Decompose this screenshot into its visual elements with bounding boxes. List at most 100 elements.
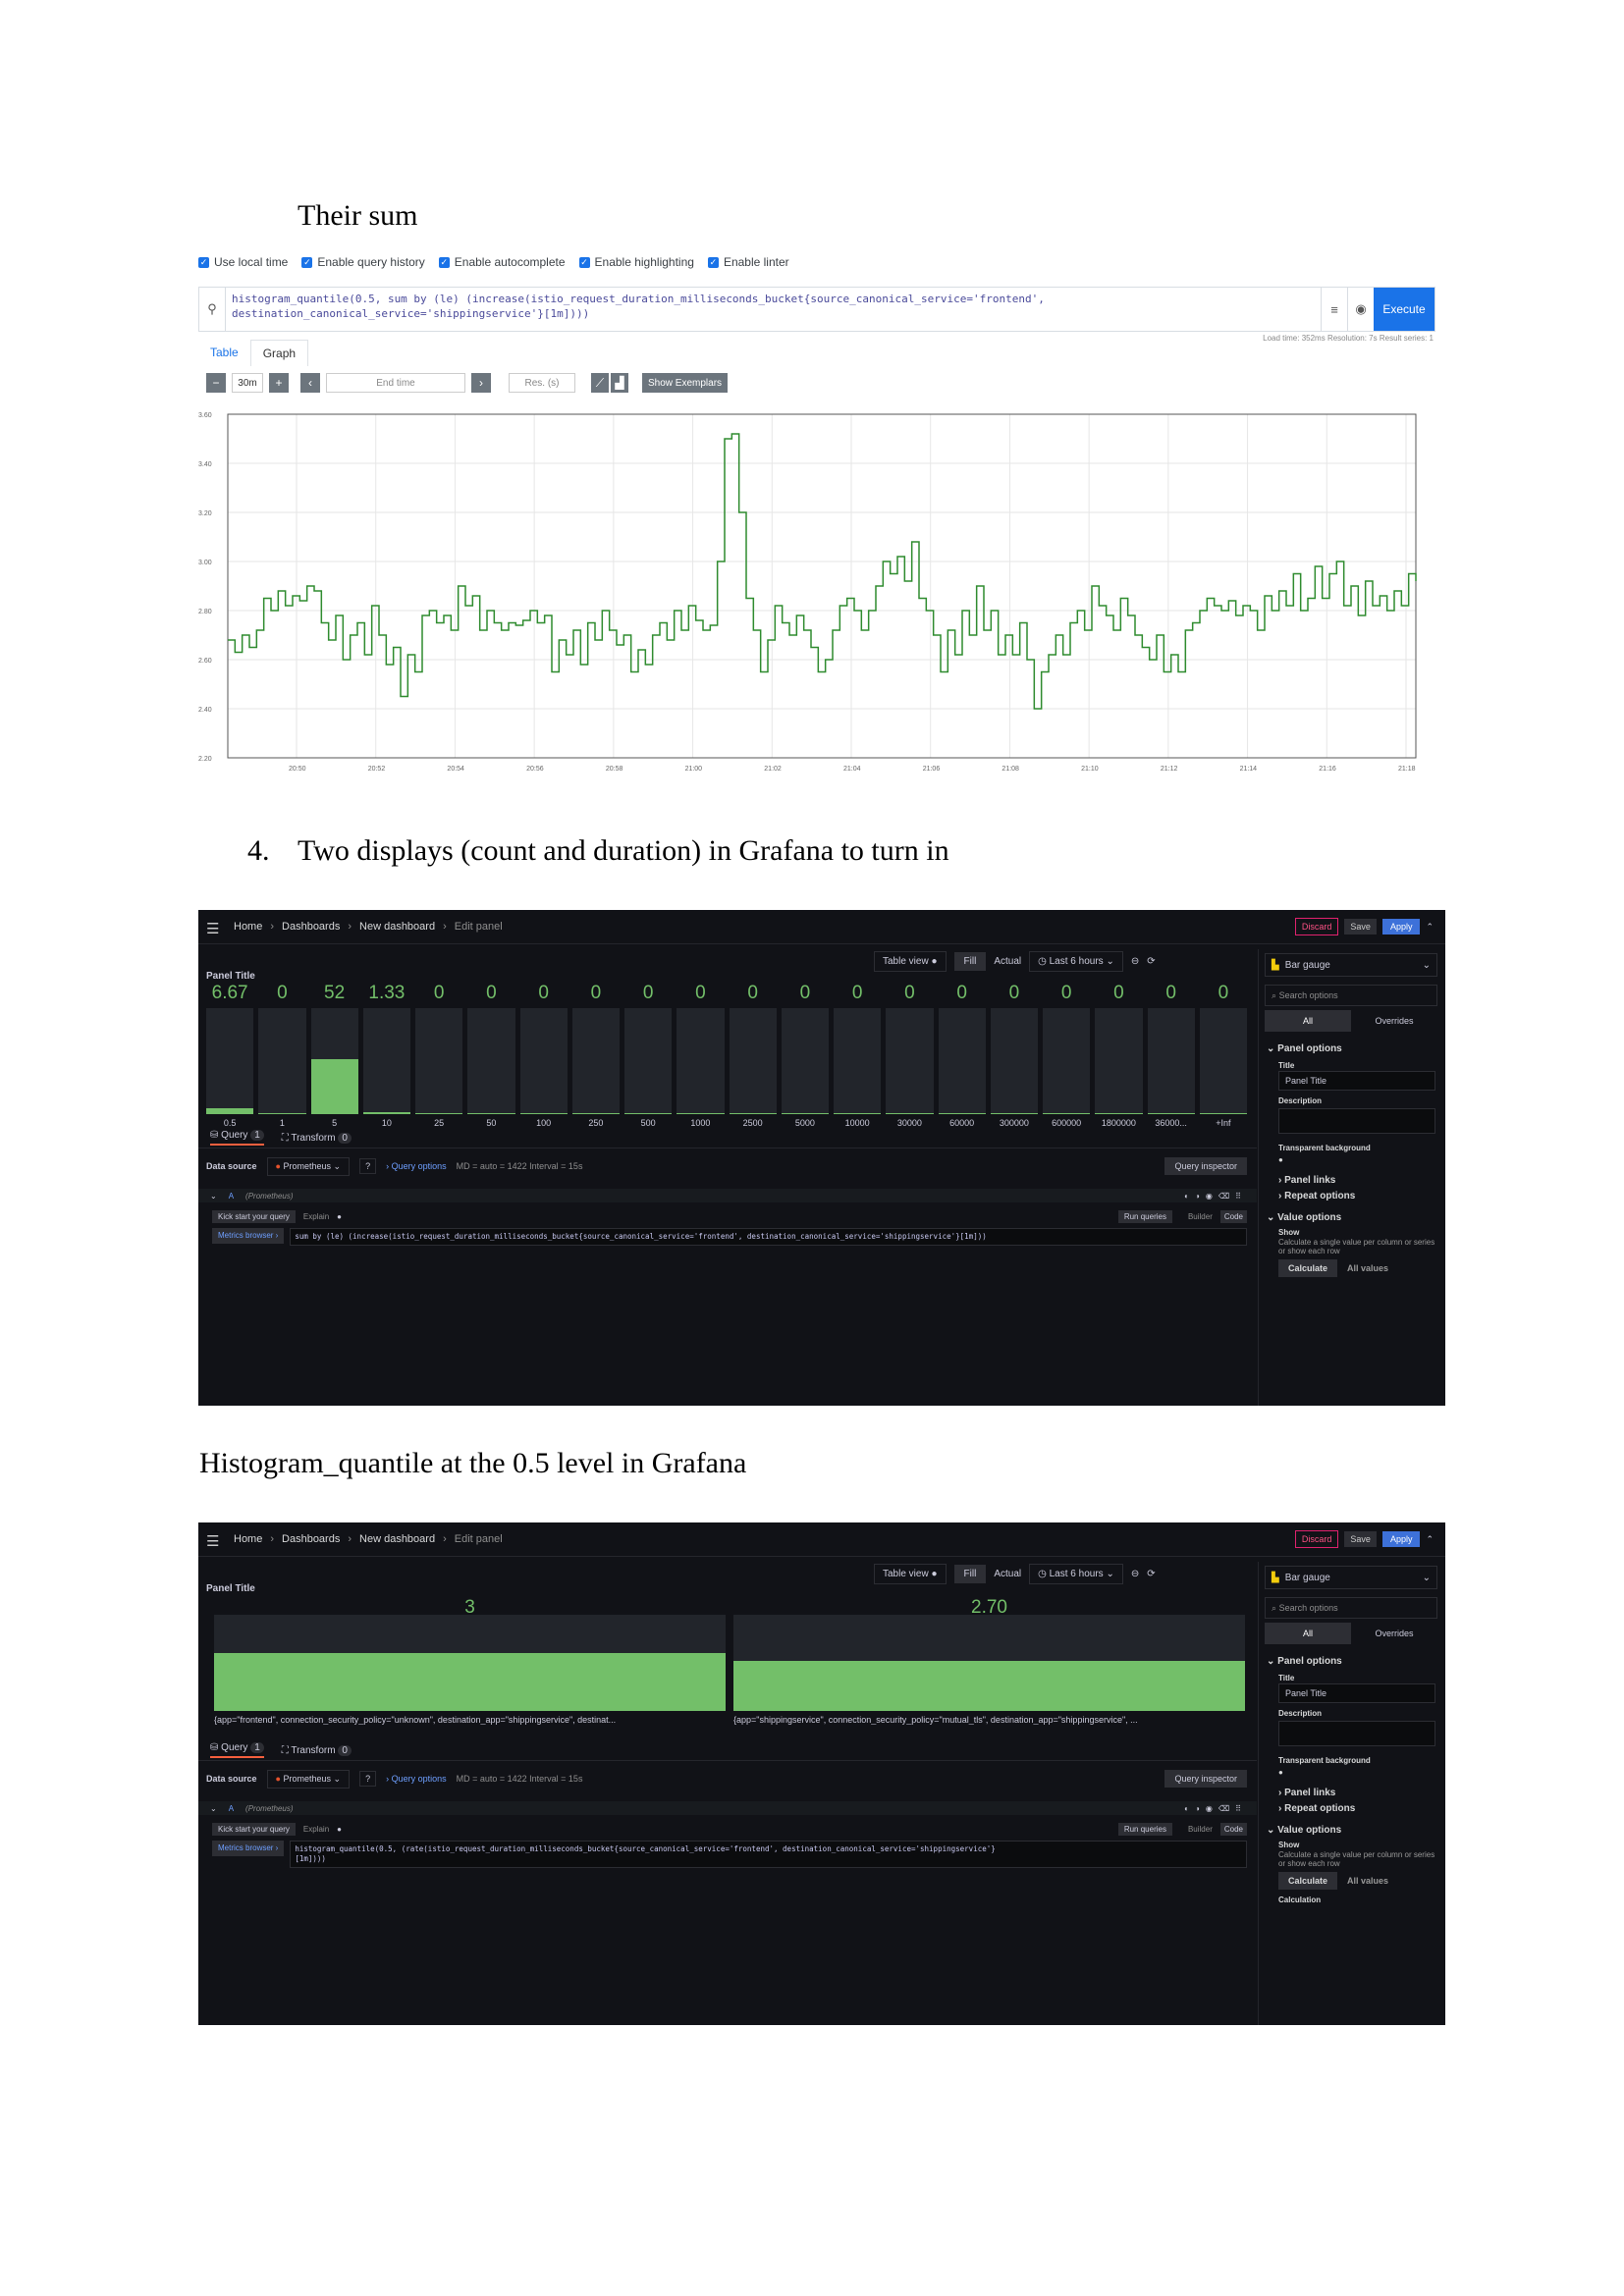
builder-tab[interactable]: Builder: [1188, 1212, 1213, 1221]
title-input[interactable]: Panel Title: [1278, 1071, 1435, 1091]
search-options-input[interactable]: ⌕ Search options: [1265, 1597, 1437, 1619]
transparent-bg-toggle[interactable]: ●: [1278, 1768, 1283, 1777]
query-row-actions-icon[interactable]: ◐◑◉⌫⠿: [1184, 1192, 1247, 1201]
panel-options-section[interactable]: ⌄ Panel options: [1267, 1656, 1342, 1667]
checkbox-linter[interactable]: ✓ Enable linter: [707, 255, 789, 269]
refresh-icon[interactable]: ⟳: [1147, 956, 1155, 967]
query-options-button[interactable]: › Query options: [386, 1774, 447, 1784]
value-options-section[interactable]: ⌄ Value options: [1267, 1212, 1341, 1223]
chevron-up-icon[interactable]: ⌃: [1426, 1534, 1434, 1545]
fill-button[interactable]: Fill: [953, 1565, 987, 1583]
metrics-explorer-icon[interactable]: ◉: [1347, 288, 1374, 331]
zoom-out-icon[interactable]: ⊖: [1131, 956, 1139, 967]
crumb-home[interactable]: Home: [234, 921, 262, 933]
discard-button[interactable]: Discard: [1294, 1530, 1339, 1548]
builder-tab[interactable]: Builder: [1188, 1825, 1213, 1834]
tab-overrides[interactable]: Overrides: [1351, 1010, 1437, 1032]
time-picker[interactable]: ◷ Last 6 hours ⌄: [1029, 951, 1123, 972]
chevron-right-icon[interactable]: ›: [471, 373, 491, 393]
metrics-browser-button[interactable]: Metrics browser ›: [212, 1228, 285, 1244]
tab-graph[interactable]: Graph: [249, 340, 309, 366]
search-options-input[interactable]: ⌕ Search options: [1265, 985, 1437, 1006]
tab-table[interactable]: Table: [198, 340, 250, 366]
crumb-new-dashboard[interactable]: New dashboard: [359, 921, 435, 933]
table-view-toggle[interactable]: Table view ●: [874, 951, 947, 972]
query-options-button[interactable]: › Query options: [386, 1161, 447, 1171]
repeat-options-section[interactable]: › Repeat options: [1278, 1803, 1355, 1814]
tab-transform[interactable]: ⛶ Transform 0: [282, 1132, 352, 1144]
tab-overrides[interactable]: Overrides: [1351, 1623, 1437, 1644]
collapse-icon[interactable]: ⌄: [210, 1192, 217, 1201]
crumb-dashboards[interactable]: Dashboards: [282, 1533, 340, 1545]
save-button[interactable]: Save: [1344, 1531, 1377, 1547]
table-view-toggle[interactable]: Table view ●: [874, 1564, 947, 1584]
fill-button[interactable]: Fill: [953, 952, 987, 971]
data-source-picker[interactable]: ● Prometheus ⌄: [266, 1156, 351, 1176]
all-values-option[interactable]: All values: [1337, 1872, 1398, 1890]
save-button[interactable]: Save: [1344, 919, 1377, 934]
chevron-up-icon[interactable]: ⌃: [1426, 922, 1434, 933]
code-tab[interactable]: Code: [1219, 1822, 1247, 1836]
tab-transform[interactable]: ⛶ Transform 0: [282, 1744, 352, 1756]
kick-start-button[interactable]: Kick start your query: [212, 1822, 296, 1836]
run-queries-button[interactable]: Run queries: [1117, 1209, 1172, 1223]
minus-icon[interactable]: −: [206, 373, 226, 393]
resolution-input[interactable]: Res. (s): [509, 373, 575, 393]
visualization-picker[interactable]: ▙ Bar gauge ⌄: [1265, 1566, 1437, 1589]
code-tab[interactable]: Code: [1219, 1209, 1247, 1223]
actual-button[interactable]: Actual: [994, 1569, 1021, 1579]
panel-options-section[interactable]: ⌄ Panel options: [1267, 1043, 1342, 1054]
query-row-actions-icon[interactable]: ◐◑◉⌫⠿: [1184, 1804, 1247, 1813]
data-source-picker[interactable]: ● Prometheus ⌄: [266, 1769, 351, 1789]
description-input[interactable]: [1278, 1108, 1435, 1134]
run-queries-button[interactable]: Run queries: [1117, 1822, 1172, 1836]
query-editor[interactable]: histogram_quantile(0.5, (rate(istio_requ…: [290, 1841, 1247, 1868]
zoom-out-icon[interactable]: ⊖: [1131, 1569, 1139, 1579]
kick-start-button[interactable]: Kick start your query: [212, 1209, 296, 1223]
all-values-option[interactable]: All values: [1337, 1259, 1398, 1277]
panel-links-section[interactable]: › Panel links: [1278, 1788, 1335, 1798]
menu-icon[interactable]: ☰: [206, 920, 219, 937]
plus-icon[interactable]: +: [269, 373, 289, 393]
title-input[interactable]: Panel Title: [1278, 1683, 1435, 1703]
actual-button[interactable]: Actual: [994, 956, 1021, 967]
query-editor[interactable]: sum by (le) (increase(istio_request_dura…: [290, 1228, 1247, 1246]
checkbox-highlighting[interactable]: ✓ Enable highlighting: [578, 255, 694, 269]
visualization-picker[interactable]: ▙ Bar gauge ⌄: [1265, 953, 1437, 977]
transparent-bg-toggle[interactable]: ●: [1278, 1155, 1283, 1164]
tab-query[interactable]: ⛁ Query 1: [210, 1130, 264, 1146]
collapse-icon[interactable]: ⌄: [210, 1804, 217, 1813]
crumb-dashboards[interactable]: Dashboards: [282, 921, 340, 933]
format-icon[interactable]: ≡: [1321, 288, 1347, 331]
end-time-input[interactable]: End time: [326, 373, 465, 393]
explain-toggle[interactable]: ●: [337, 1212, 342, 1221]
apply-button[interactable]: Apply: [1381, 1531, 1421, 1547]
prometheus-query-input[interactable]: histogram_quantile(0.5, sum by (le) (inc…: [226, 288, 1321, 331]
calculate-option[interactable]: Calculate: [1278, 1259, 1338, 1277]
explain-toggle[interactable]: ●: [337, 1825, 342, 1834]
stacked-chart-icon[interactable]: ▟: [611, 373, 628, 393]
refresh-icon[interactable]: ⟳: [1147, 1569, 1155, 1579]
calculate-option[interactable]: Calculate: [1278, 1872, 1338, 1890]
line-chart-icon[interactable]: ⟋: [591, 373, 609, 393]
show-exemplars-button[interactable]: Show Exemplars: [642, 373, 729, 393]
menu-icon[interactable]: ☰: [206, 1532, 219, 1550]
panel-links-section[interactable]: › Panel links: [1278, 1175, 1335, 1186]
tab-all[interactable]: All: [1265, 1010, 1351, 1032]
tab-query[interactable]: ⛁ Query 1: [210, 1742, 264, 1758]
execute-button[interactable]: Execute: [1374, 288, 1435, 331]
checkbox-query-history[interactable]: ✓ Enable query history: [301, 255, 425, 269]
crumb-new-dashboard[interactable]: New dashboard: [359, 1533, 435, 1545]
value-options-section[interactable]: ⌄ Value options: [1267, 1825, 1341, 1836]
query-inspector-button[interactable]: Query inspector: [1164, 1770, 1247, 1788]
query-inspector-button[interactable]: Query inspector: [1164, 1157, 1247, 1175]
apply-button[interactable]: Apply: [1381, 919, 1421, 934]
crumb-home[interactable]: Home: [234, 1533, 262, 1545]
help-icon[interactable]: ?: [359, 1158, 377, 1174]
tab-all[interactable]: All: [1265, 1623, 1351, 1644]
range-input[interactable]: 30m: [232, 373, 263, 393]
time-picker[interactable]: ◷ Last 6 hours ⌄: [1029, 1564, 1123, 1584]
description-input[interactable]: [1278, 1721, 1435, 1746]
repeat-options-section[interactable]: › Repeat options: [1278, 1191, 1355, 1201]
metrics-browser-button[interactable]: Metrics browser ›: [212, 1841, 285, 1856]
